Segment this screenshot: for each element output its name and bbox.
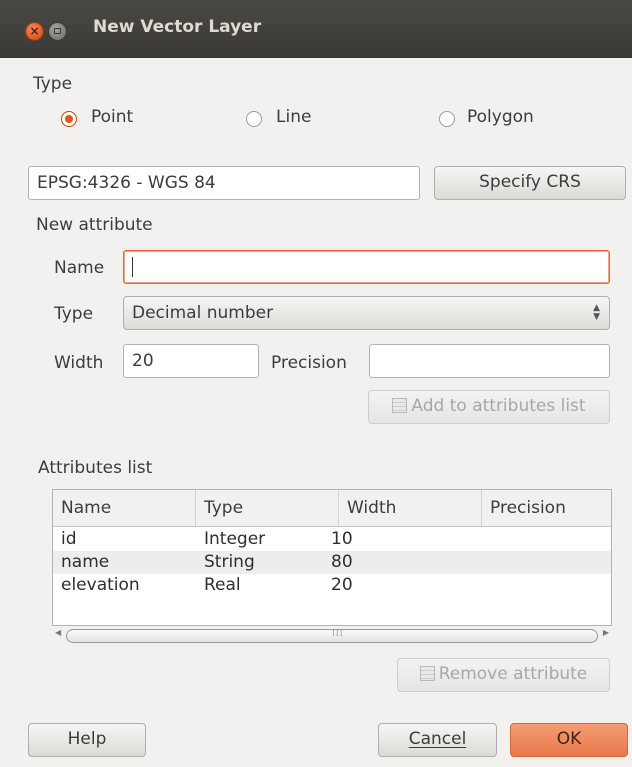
name-label: Name <box>54 258 105 278</box>
cell-width: 80 <box>331 552 353 572</box>
width-label: Width <box>54 353 104 373</box>
crs-field[interactable]: EPSG:4326 - WGS 84 <box>28 166 420 200</box>
radio-point-label[interactable]: Point <box>91 107 133 127</box>
scroll-grip-icon: ⁞⁞⁞ <box>332 629 344 639</box>
cell-type: String <box>204 552 255 572</box>
cancel-button[interactable]: Cancel <box>378 723 497 757</box>
remove-attribute-label: Remove attribute <box>438 664 588 684</box>
table-remove-icon <box>419 666 435 681</box>
text-caret <box>132 257 133 277</box>
cell-name: elevation <box>61 575 140 595</box>
width-input[interactable]: 20 <box>123 344 259 378</box>
minimize-icon[interactable] <box>49 23 66 40</box>
column-header-name[interactable]: Name <box>53 490 196 526</box>
type-select-value: Decimal number <box>132 303 274 323</box>
scroll-right-icon[interactable]: ▶ <box>603 628 609 637</box>
table-row[interactable]: id Integer 10 <box>53 528 611 551</box>
type-select[interactable]: Decimal number ▲ ▼ <box>123 296 610 330</box>
cell-type: Real <box>204 575 241 595</box>
cell-width: 20 <box>331 575 353 595</box>
cell-width: 10 <box>331 529 353 549</box>
attributes-table[interactable]: Name Type Width Precision id Integer 10 … <box>52 489 612 626</box>
radio-polygon-label[interactable]: Polygon <box>467 107 534 127</box>
precision-label: Precision <box>271 353 347 373</box>
help-button[interactable]: Help <box>28 723 146 757</box>
table-add-icon <box>392 398 408 413</box>
cell-name: id <box>61 529 77 549</box>
radio-line-label[interactable]: Line <box>276 107 311 127</box>
table-header: Name Type Width Precision <box>53 490 611 527</box>
cell-type: Integer <box>204 529 266 549</box>
radio-polygon[interactable] <box>439 111 455 127</box>
type-label: Type <box>54 304 94 324</box>
remove-attribute-button[interactable]: Remove attribute <box>397 658 610 692</box>
column-header-type[interactable]: Type <box>196 490 339 526</box>
type-section-label: Type <box>33 74 73 94</box>
new-attribute-label: New attribute <box>36 215 153 235</box>
table-row[interactable]: name String 80 <box>53 551 611 574</box>
ok-button[interactable]: OK <box>510 723 628 757</box>
horizontal-scrollbar[interactable]: ◀ ⁞⁞⁞ ▶ <box>52 627 612 643</box>
scroll-left-icon[interactable]: ◀ <box>55 628 61 637</box>
specify-crs-button[interactable]: Specify CRS <box>434 166 626 200</box>
column-header-width[interactable]: Width <box>339 490 482 526</box>
close-icon[interactable]: × <box>26 23 43 40</box>
radio-line[interactable] <box>246 111 262 127</box>
radio-point[interactable] <box>61 111 77 127</box>
column-header-precision[interactable]: Precision <box>482 490 611 526</box>
select-arrows-icon: ▲ ▼ <box>593 303 600 322</box>
name-input[interactable] <box>123 250 610 284</box>
add-to-attributes-list-button[interactable]: Add to attributes list <box>368 390 610 424</box>
add-to-attributes-list-label: Add to attributes list <box>411 396 586 416</box>
table-row[interactable]: elevation Real 20 <box>53 574 611 597</box>
precision-input[interactable] <box>369 344 610 378</box>
window-title: New Vector Layer <box>93 17 262 37</box>
attributes-list-label: Attributes list <box>38 458 153 478</box>
cell-name: name <box>61 552 110 572</box>
title-bar: × New Vector Layer <box>0 0 632 58</box>
